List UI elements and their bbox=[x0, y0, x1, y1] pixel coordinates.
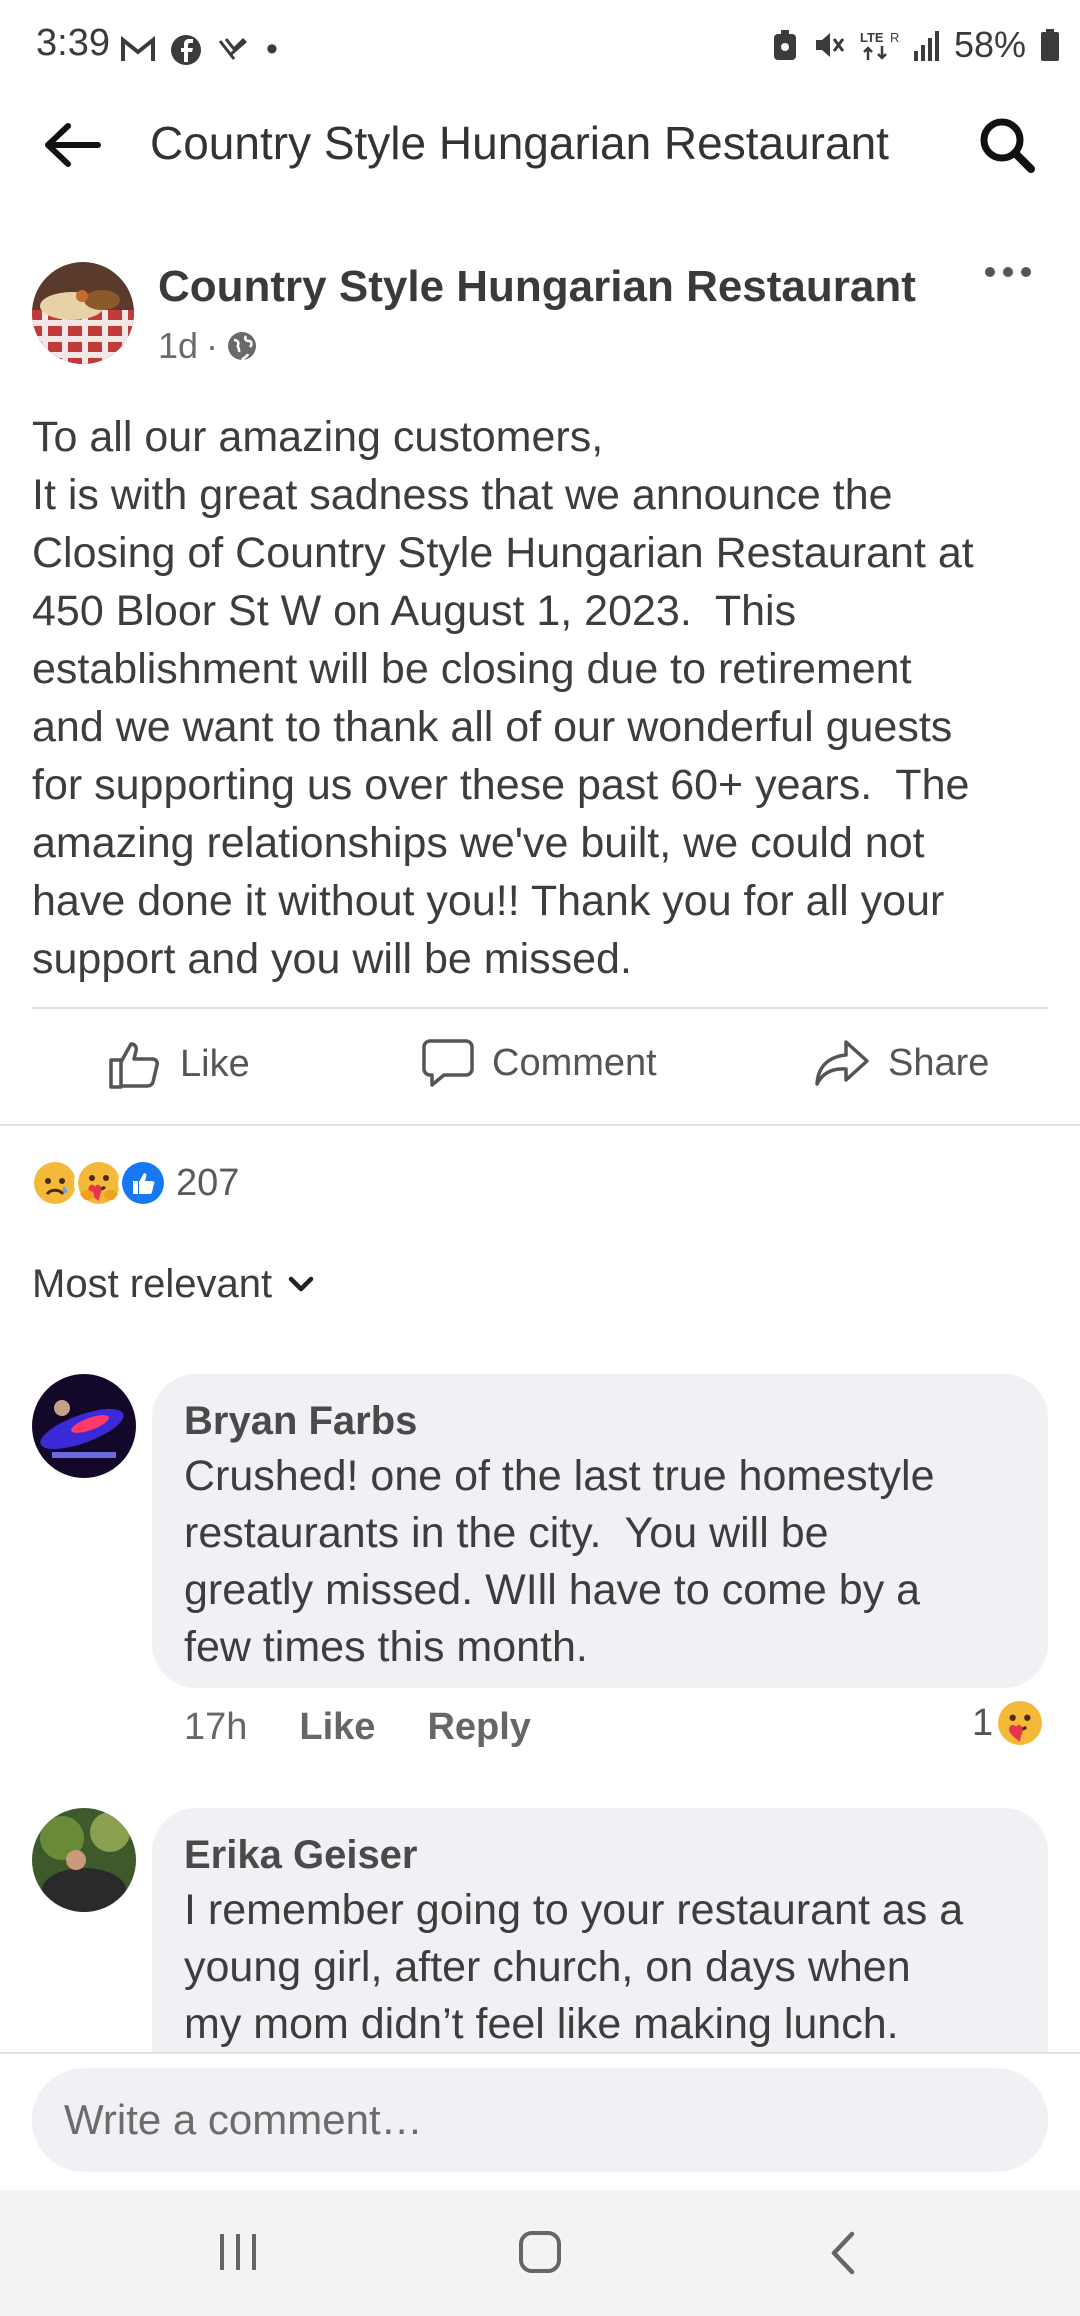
lte-signal-icon: LTE R bbox=[860, 30, 899, 60]
comment-line: greatly missed. WIll have to come by a bbox=[184, 1566, 921, 1614]
comment-reactions[interactable]: 1 bbox=[972, 1700, 1043, 1746]
like-reaction-icon bbox=[118, 1158, 168, 1208]
share-icon bbox=[815, 1040, 869, 1086]
post-line: Closing of Country Style Hungarian Resta… bbox=[32, 529, 974, 577]
comment-button[interactable]: Comment bbox=[422, 1038, 657, 1088]
like-label: Like bbox=[180, 1042, 250, 1085]
care-reaction-icon bbox=[998, 1701, 1043, 1745]
comment-line: Crushed! one of the last true homestyle bbox=[184, 1452, 935, 1500]
post-page-name[interactable]: Country Style Hungarian Restaurant bbox=[158, 262, 916, 312]
post-time[interactable]: 1d bbox=[158, 325, 198, 367]
post-meta: 1d · bbox=[158, 325, 258, 367]
divider bbox=[0, 1124, 1080, 1126]
back-nav-icon[interactable] bbox=[828, 2230, 858, 2276]
reactions-summary[interactable]: 207 bbox=[30, 1158, 239, 1208]
comment-label: Comment bbox=[492, 1041, 657, 1084]
battery-icon bbox=[1041, 29, 1059, 61]
comment-like-button[interactable]: Like bbox=[299, 1706, 375, 1749]
battery-percent: 58% bbox=[953, 24, 1026, 65]
comment-author[interactable]: Erika Geiser bbox=[184, 1828, 1016, 1882]
back-arrow-icon[interactable] bbox=[42, 120, 102, 170]
globe-icon bbox=[228, 332, 257, 361]
sad-reaction-icon bbox=[30, 1158, 80, 1208]
share-button[interactable]: Share bbox=[814, 1038, 989, 1088]
notification-icons: • bbox=[120, 30, 278, 69]
wifi-calling-icon bbox=[218, 37, 247, 60]
comment-bubble: Bryan Farbs Crushed! one of the last tru… bbox=[152, 1374, 1048, 1688]
status-dot: • bbox=[266, 30, 278, 68]
care-reaction-icon bbox=[74, 1158, 124, 1208]
comment-reaction-count: 1 bbox=[972, 1701, 994, 1744]
post-actions: Like Comment Share bbox=[0, 1010, 1080, 1128]
post-line: establishment will be closing due to ret… bbox=[32, 645, 912, 693]
search-icon[interactable] bbox=[978, 116, 1036, 174]
app-header: Country Style Hungarian Restaurant bbox=[0, 96, 1080, 216]
comment-line: few times this month. bbox=[184, 1623, 588, 1671]
gmail-icon bbox=[121, 35, 155, 61]
avatar[interactable] bbox=[32, 1374, 136, 1478]
post-line: amazing relationships we've built, we co… bbox=[32, 819, 925, 867]
post-line: It is with great sadness that we announc… bbox=[32, 471, 893, 519]
comment-author[interactable]: Bryan Farbs bbox=[184, 1394, 1016, 1448]
comment-reply-button[interactable]: Reply bbox=[427, 1706, 530, 1749]
comment-time[interactable]: 17h bbox=[184, 1706, 247, 1749]
comment-line: my mom didn’t feel like making lunch. bbox=[184, 2000, 899, 2048]
post-line: for supporting us over these past 60+ ye… bbox=[32, 761, 970, 809]
comment-sort-dropdown[interactable]: Most relevant bbox=[32, 1262, 314, 1307]
comment-icon bbox=[422, 1039, 474, 1087]
reactions-count: 207 bbox=[176, 1161, 240, 1204]
like-button[interactable]: Like bbox=[108, 1038, 250, 1090]
page-avatar[interactable] bbox=[32, 262, 134, 364]
post-body: To all our amazing customers, It is with… bbox=[32, 408, 1048, 988]
system-icons: LTE R 58% bbox=[772, 24, 1060, 66]
comment-input-placeholder: Write a comment… bbox=[64, 2096, 423, 2143]
post-line: and we want to thank all of our wonderfu… bbox=[32, 703, 953, 751]
chevron-down-icon bbox=[288, 1276, 314, 1291]
status-time: 3:39 bbox=[36, 22, 110, 64]
post-line: support and you will be missed. bbox=[32, 935, 632, 983]
share-label: Share bbox=[888, 1041, 990, 1084]
comment-meta: 17h Like Reply bbox=[184, 1706, 531, 1749]
recent-apps-icon[interactable] bbox=[216, 2232, 260, 2272]
page-title: Country Style Hungarian Restaurant bbox=[150, 117, 889, 169]
svg-text:LTE: LTE bbox=[860, 30, 884, 45]
lock-icon bbox=[773, 30, 796, 60]
facebook-icon bbox=[171, 34, 201, 65]
comment-line: restaurants in the city. You will be bbox=[184, 1509, 829, 1557]
post-line: 450 Bloor St W on August 1, 2023. This bbox=[32, 587, 797, 635]
status-bar: 3:39 • LTE R 58% bbox=[0, 0, 1080, 96]
signal-bars-icon bbox=[913, 31, 939, 61]
comment-input[interactable]: Write a comment… bbox=[32, 2068, 1048, 2172]
divider bbox=[32, 1007, 1048, 1009]
post-line: have done it without you!! Thank you for… bbox=[32, 877, 945, 925]
comment-line: I remember going to your restaurant as a bbox=[184, 1886, 964, 1934]
system-nav-bar bbox=[0, 2190, 1080, 2316]
thumbs-up-icon bbox=[109, 1042, 159, 1089]
more-options-icon[interactable] bbox=[984, 262, 1032, 282]
mute-icon bbox=[815, 33, 845, 57]
home-icon[interactable] bbox=[518, 2230, 562, 2274]
post-line: To all our amazing customers, bbox=[32, 413, 604, 461]
avatar[interactable] bbox=[32, 1808, 136, 1912]
sort-label: Most relevant bbox=[32, 1262, 273, 1306]
svg-text:R: R bbox=[890, 30, 899, 45]
meta-separator: · bbox=[206, 325, 219, 366]
comment-line: young girl, after church, on days when bbox=[184, 1943, 911, 1991]
